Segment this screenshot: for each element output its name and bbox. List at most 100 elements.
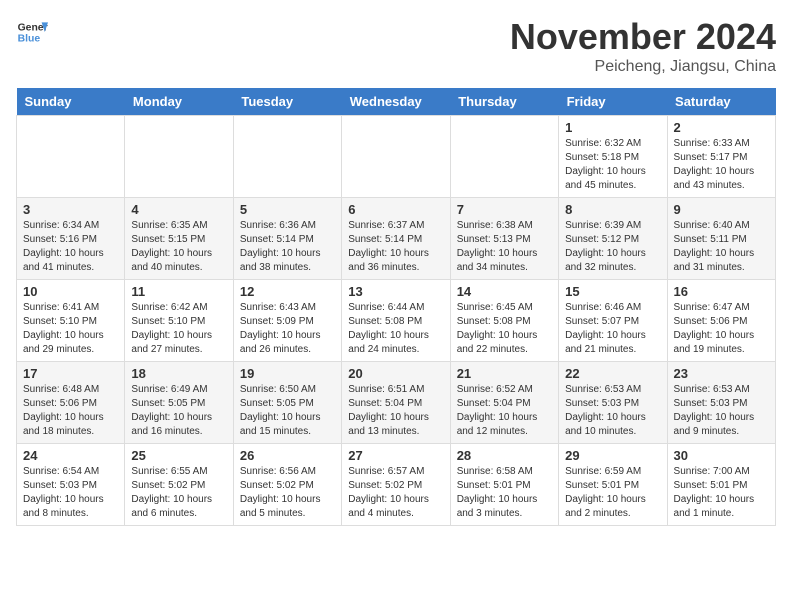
day-number: 12 bbox=[240, 284, 335, 299]
day-info: Sunrise: 6:41 AM Sunset: 5:10 PM Dayligh… bbox=[23, 301, 118, 357]
calendar-cell: 15 Sunrise: 6:46 AM Sunset: 5:07 PM Dayli… bbox=[559, 280, 667, 362]
day-number: 23 bbox=[674, 366, 769, 381]
calendar-cell: 28Sunrise: 6:58 AM Sunset: 5:01 PM Dayli… bbox=[450, 444, 558, 526]
calendar-cell: 8 Sunrise: 6:39 AM Sunset: 5:12 PM Daylig… bbox=[559, 198, 667, 280]
weekday-header: Friday bbox=[559, 88, 667, 116]
day-info: Sunrise: 6:52 AM Sunset: 5:04 PM Dayligh… bbox=[457, 383, 552, 439]
calendar-cell: 14Sunrise: 6:45 AM Sunset: 5:08 PM Dayli… bbox=[450, 280, 558, 362]
day-number: 18 bbox=[131, 366, 226, 381]
day-number: 15 bbox=[565, 284, 660, 299]
day-info: Sunrise: 6:59 AM Sunset: 5:01 PM Dayligh… bbox=[565, 465, 660, 521]
weekday-header: Sunday bbox=[17, 88, 125, 116]
day-number: 7 bbox=[457, 202, 552, 217]
month-title: November 2024 bbox=[510, 16, 776, 58]
header: General Blue November 2024 Peicheng, Jia… bbox=[16, 16, 776, 76]
day-info: Sunrise: 6:32 AM Sunset: 5:18 PM Dayligh… bbox=[565, 137, 660, 193]
logo: General Blue bbox=[16, 16, 48, 48]
calendar-table: SundayMondayTuesdayWednesdayThursdayFrid… bbox=[16, 88, 776, 526]
calendar-cell: 29 Sunrise: 6:59 AM Sunset: 5:01 PM Dayli… bbox=[559, 444, 667, 526]
calendar-cell bbox=[450, 116, 558, 198]
day-info: Sunrise: 6:44 AM Sunset: 5:08 PM Dayligh… bbox=[348, 301, 443, 357]
calendar-cell: 25 Sunrise: 6:55 AM Sunset: 5:02 PM Dayli… bbox=[125, 444, 233, 526]
calendar-cell: 4 Sunrise: 6:35 AM Sunset: 5:15 PM Daylig… bbox=[125, 198, 233, 280]
day-number: 29 bbox=[565, 448, 660, 463]
day-info: Sunrise: 6:54 AM Sunset: 5:03 PM Dayligh… bbox=[23, 465, 118, 521]
day-info: Sunrise: 6:50 AM Sunset: 5:05 PM Dayligh… bbox=[240, 383, 335, 439]
day-info: Sunrise: 6:40 AM Sunset: 5:11 PM Dayligh… bbox=[674, 219, 769, 275]
day-info: Sunrise: 6:58 AM Sunset: 5:01 PM Dayligh… bbox=[457, 465, 552, 521]
calendar-week-row: 10 Sunrise: 6:41 AM Sunset: 5:10 PM Dayli… bbox=[17, 280, 776, 362]
calendar-cell: 19 Sunrise: 6:50 AM Sunset: 5:05 PM Dayli… bbox=[233, 362, 341, 444]
day-info: Sunrise: 6:53 AM Sunset: 5:03 PM Dayligh… bbox=[674, 383, 769, 439]
day-info: Sunrise: 6:43 AM Sunset: 5:09 PM Dayligh… bbox=[240, 301, 335, 357]
calendar-cell: 6 Sunrise: 6:37 AM Sunset: 5:14 PM Daylig… bbox=[342, 198, 450, 280]
calendar-cell: 17 Sunrise: 6:48 AM Sunset: 5:06 PM Dayli… bbox=[17, 362, 125, 444]
calendar-cell: 11 Sunrise: 6:42 AM Sunset: 5:10 PM Dayli… bbox=[125, 280, 233, 362]
day-info: Sunrise: 6:47 AM Sunset: 5:06 PM Dayligh… bbox=[674, 301, 769, 357]
day-number: 21 bbox=[457, 366, 552, 381]
day-number: 6 bbox=[348, 202, 443, 217]
day-info: Sunrise: 6:56 AM Sunset: 5:02 PM Dayligh… bbox=[240, 465, 335, 521]
day-number: 19 bbox=[240, 366, 335, 381]
svg-text:Blue: Blue bbox=[18, 34, 41, 45]
calendar-cell: 18 Sunrise: 6:49 AM Sunset: 5:05 PM Dayli… bbox=[125, 362, 233, 444]
calendar-week-row: 3 Sunrise: 6:34 AM Sunset: 5:16 PM Daylig… bbox=[17, 198, 776, 280]
calendar-cell: 3 Sunrise: 6:34 AM Sunset: 5:16 PM Daylig… bbox=[17, 198, 125, 280]
calendar-cell bbox=[342, 116, 450, 198]
calendar-cell: 21 Sunrise: 6:52 AM Sunset: 5:04 PM Dayli… bbox=[450, 362, 558, 444]
calendar-cell: 2Sunrise: 6:33 AM Sunset: 5:17 PM Daylig… bbox=[667, 116, 775, 198]
day-number: 24 bbox=[23, 448, 118, 463]
calendar-cell: 9 Sunrise: 6:40 AM Sunset: 5:11 PM Daylig… bbox=[667, 198, 775, 280]
day-number: 22 bbox=[565, 366, 660, 381]
calendar-cell: 26 Sunrise: 6:56 AM Sunset: 5:02 PM Dayli… bbox=[233, 444, 341, 526]
calendar-cell: 1 Sunrise: 6:32 AM Sunset: 5:18 PM Daylig… bbox=[559, 116, 667, 198]
day-number: 9 bbox=[674, 202, 769, 217]
day-number: 8 bbox=[565, 202, 660, 217]
day-info: Sunrise: 6:38 AM Sunset: 5:13 PM Dayligh… bbox=[457, 219, 552, 275]
day-number: 30 bbox=[674, 448, 769, 463]
day-info: Sunrise: 6:55 AM Sunset: 5:02 PM Dayligh… bbox=[131, 465, 226, 521]
calendar-cell: 22 Sunrise: 6:53 AM Sunset: 5:03 PM Dayli… bbox=[559, 362, 667, 444]
day-number: 4 bbox=[131, 202, 226, 217]
day-number: 16 bbox=[674, 284, 769, 299]
day-number: 14 bbox=[457, 284, 552, 299]
calendar-week-row: 17 Sunrise: 6:48 AM Sunset: 5:06 PM Dayli… bbox=[17, 362, 776, 444]
day-info: Sunrise: 6:51 AM Sunset: 5:04 PM Dayligh… bbox=[348, 383, 443, 439]
day-info: Sunrise: 6:36 AM Sunset: 5:14 PM Dayligh… bbox=[240, 219, 335, 275]
calendar-week-row: 24 Sunrise: 6:54 AM Sunset: 5:03 PM Dayli… bbox=[17, 444, 776, 526]
day-info: Sunrise: 6:53 AM Sunset: 5:03 PM Dayligh… bbox=[565, 383, 660, 439]
calendar-week-row: 1 Sunrise: 6:32 AM Sunset: 5:18 PM Daylig… bbox=[17, 116, 776, 198]
calendar-cell bbox=[17, 116, 125, 198]
day-info: Sunrise: 6:34 AM Sunset: 5:16 PM Dayligh… bbox=[23, 219, 118, 275]
day-number: 11 bbox=[131, 284, 226, 299]
day-info: Sunrise: 6:39 AM Sunset: 5:12 PM Dayligh… bbox=[565, 219, 660, 275]
calendar-cell: 5Sunrise: 6:36 AM Sunset: 5:14 PM Daylig… bbox=[233, 198, 341, 280]
day-number: 17 bbox=[23, 366, 118, 381]
weekday-header: Wednesday bbox=[342, 88, 450, 116]
weekday-header: Tuesday bbox=[233, 88, 341, 116]
calendar-cell: 30 Sunrise: 7:00 AM Sunset: 5:01 PM Dayli… bbox=[667, 444, 775, 526]
day-number: 10 bbox=[23, 284, 118, 299]
day-info: Sunrise: 6:35 AM Sunset: 5:15 PM Dayligh… bbox=[131, 219, 226, 275]
calendar-cell bbox=[233, 116, 341, 198]
day-info: Sunrise: 6:49 AM Sunset: 5:05 PM Dayligh… bbox=[131, 383, 226, 439]
day-info: Sunrise: 6:42 AM Sunset: 5:10 PM Dayligh… bbox=[131, 301, 226, 357]
day-number: 25 bbox=[131, 448, 226, 463]
day-info: Sunrise: 6:48 AM Sunset: 5:06 PM Dayligh… bbox=[23, 383, 118, 439]
weekday-header: Thursday bbox=[450, 88, 558, 116]
calendar-cell: 24 Sunrise: 6:54 AM Sunset: 5:03 PM Dayli… bbox=[17, 444, 125, 526]
day-info: Sunrise: 6:46 AM Sunset: 5:07 PM Dayligh… bbox=[565, 301, 660, 357]
day-number: 3 bbox=[23, 202, 118, 217]
day-number: 26 bbox=[240, 448, 335, 463]
day-number: 20 bbox=[348, 366, 443, 381]
day-number: 2 bbox=[674, 120, 769, 135]
calendar-cell: 16 Sunrise: 6:47 AM Sunset: 5:06 PM Dayli… bbox=[667, 280, 775, 362]
day-number: 1 bbox=[565, 120, 660, 135]
day-info: Sunrise: 7:00 AM Sunset: 5:01 PM Dayligh… bbox=[674, 465, 769, 521]
calendar-cell bbox=[125, 116, 233, 198]
day-info: Sunrise: 6:37 AM Sunset: 5:14 PM Dayligh… bbox=[348, 219, 443, 275]
day-number: 13 bbox=[348, 284, 443, 299]
calendar-cell: 27Sunrise: 6:57 AM Sunset: 5:02 PM Dayli… bbox=[342, 444, 450, 526]
calendar-cell: 12 Sunrise: 6:43 AM Sunset: 5:09 PM Dayli… bbox=[233, 280, 341, 362]
weekday-header: Monday bbox=[125, 88, 233, 116]
